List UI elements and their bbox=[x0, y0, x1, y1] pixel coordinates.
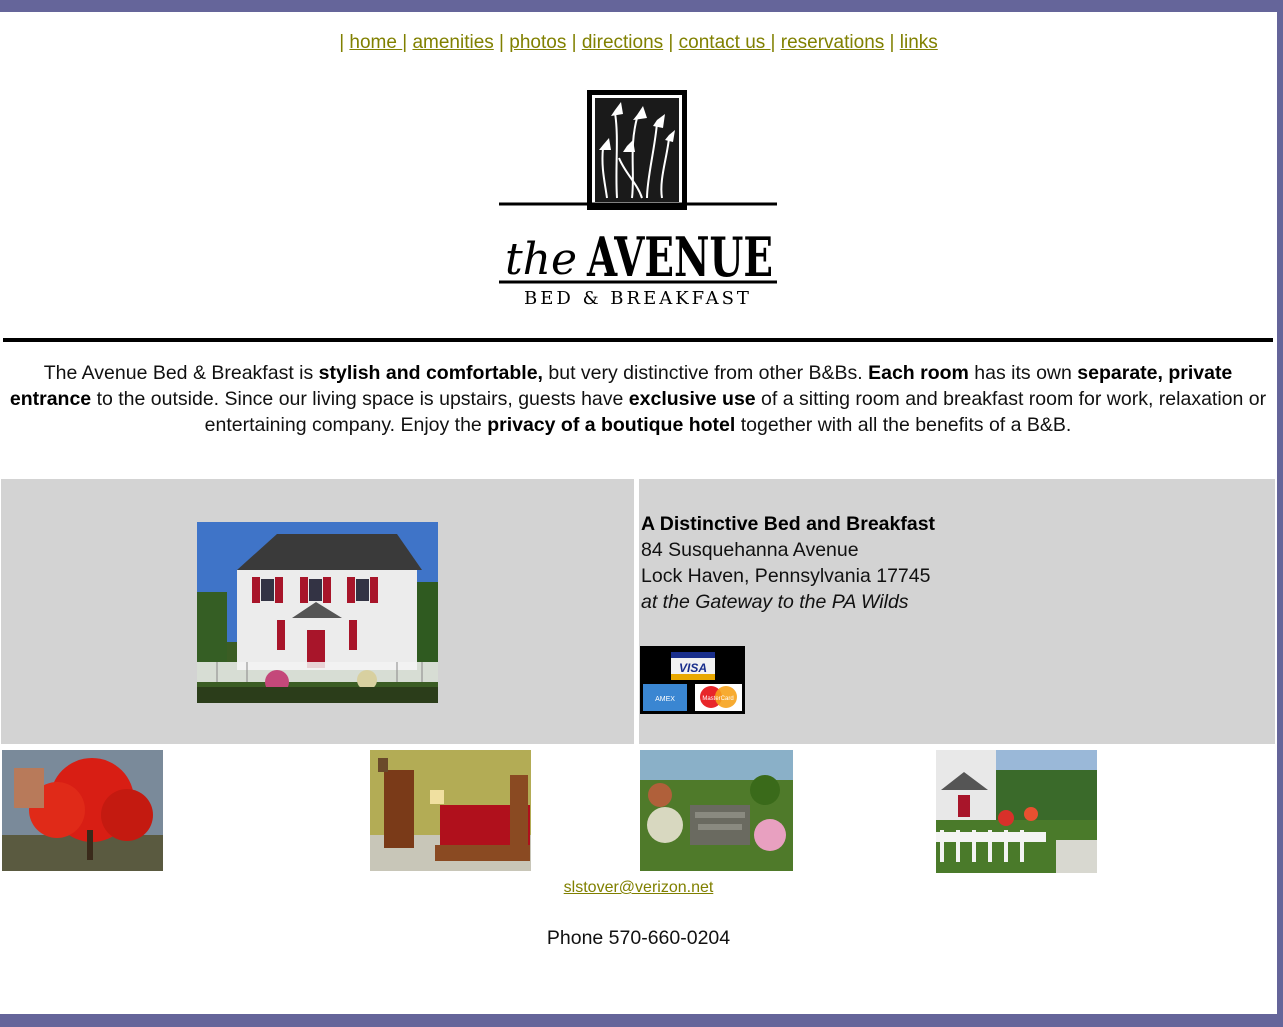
intro-bold: exclusive use bbox=[628, 388, 756, 410]
tagline: at the Gateway to the PA Wilds bbox=[641, 591, 909, 613]
nav-links-link[interactable]: links bbox=[900, 32, 938, 53]
intro-text: has its own bbox=[968, 362, 1078, 384]
garden-thumbnail[interactable] bbox=[640, 750, 793, 871]
intro-text: to the outside. Since our living space i… bbox=[91, 388, 629, 410]
house-garden-thumbnail[interactable] bbox=[936, 750, 1097, 873]
intro-bold: Each room bbox=[868, 362, 969, 384]
fall-foliage-thumbnail[interactable] bbox=[2, 750, 163, 871]
address-block: A Distinctive Bed and Breakfast 84 Susqu… bbox=[641, 511, 935, 615]
nav-reservations-link[interactable]: reservations bbox=[781, 32, 885, 53]
phone-number: Phone 570-660-0204 bbox=[546, 927, 731, 949]
page: | home | amenities | photos | directions… bbox=[0, 12, 1277, 1014]
mastercard-text: MasterCard bbox=[702, 696, 733, 702]
visa-text: VISA bbox=[679, 661, 707, 675]
house-photo bbox=[197, 522, 438, 703]
amex-text: AMEX bbox=[655, 696, 675, 703]
intro-text: together with all the benefits of a B&B. bbox=[735, 414, 1072, 436]
intro-bold: privacy of a boutique hotel bbox=[487, 414, 736, 436]
intro-text: but very distinctive from other B&Bs. bbox=[542, 362, 869, 384]
nav-directions-link[interactable]: directions bbox=[582, 32, 663, 53]
nav-photos-link[interactable]: photos bbox=[509, 32, 566, 53]
intro-bold: stylish and comfortable, bbox=[318, 362, 543, 384]
logo-the: the bbox=[505, 234, 577, 285]
credit-cards-logo: VISA AMEX MasterCard bbox=[640, 646, 745, 714]
top-nav: | home | amenities | photos | directions… bbox=[339, 32, 938, 53]
street-address: 84 Susquehanna Avenue bbox=[641, 539, 859, 561]
intro-paragraph: The Avenue Bed & Breakfast is stylish an… bbox=[6, 360, 1270, 438]
business-name: A Distinctive Bed and Breakfast bbox=[641, 513, 936, 535]
email-row: slstover@verizon.net bbox=[0, 879, 1277, 897]
header-divider bbox=[3, 338, 1273, 342]
avenue-logo: the AVENUE BED & BREAKFAST bbox=[499, 90, 777, 309]
logo-avenue: AVENUE bbox=[586, 225, 773, 289]
nav-amenities-link[interactable]: amenities bbox=[412, 32, 493, 53]
bedroom-thumbnail[interactable] bbox=[370, 750, 531, 871]
intro-text: The Avenue Bed & Breakfast is bbox=[43, 362, 319, 384]
city-state-zip: Lock Haven, Pennsylvania 17745 bbox=[641, 565, 931, 587]
logo-subtitle: BED & BREAKFAST bbox=[524, 288, 752, 309]
nav-contact-us-link[interactable]: contact us bbox=[679, 32, 771, 53]
nav-home-link[interactable]: home bbox=[349, 32, 402, 53]
email-link[interactable]: slstover@verizon.net bbox=[564, 879, 714, 896]
